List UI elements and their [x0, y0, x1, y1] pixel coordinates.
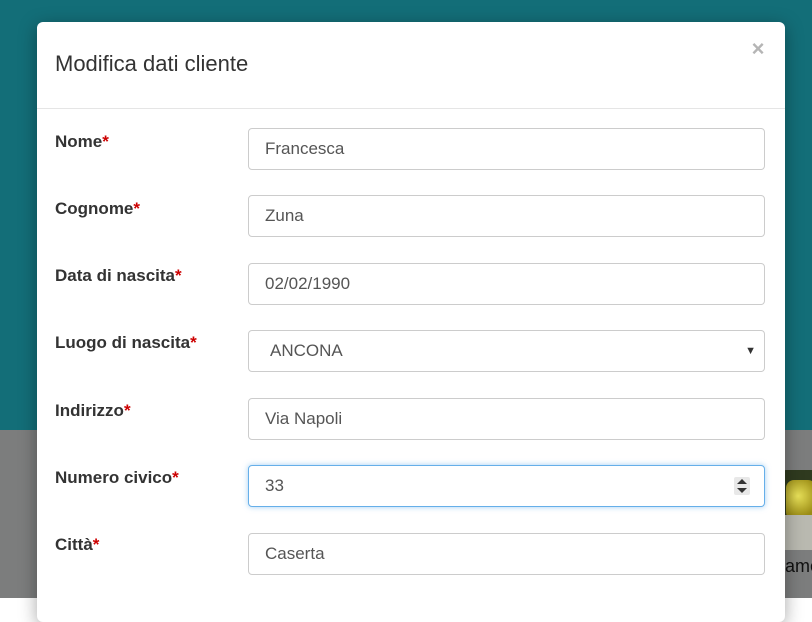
required-marker: * [172, 468, 179, 487]
background-product-image [782, 470, 812, 550]
required-marker: * [133, 199, 141, 218]
form-row-citta: Città* Caserta [37, 533, 785, 577]
city-input[interactable]: Caserta [248, 533, 765, 575]
required-marker: * [123, 401, 131, 420]
edit-customer-modal: Modifica dati cliente × Nome* Francesca … [37, 22, 785, 622]
nome-input[interactable]: Francesca [248, 128, 765, 170]
plate-image [782, 515, 812, 550]
field-label: Nome* [55, 132, 109, 151]
field-label: Luogo di nascita* [55, 333, 197, 352]
required-marker: * [102, 132, 109, 151]
fruit-image [786, 480, 812, 520]
form-row-cognome: Cognome* Zuna [37, 195, 785, 239]
field-label: Città* [55, 535, 100, 554]
cognome-input[interactable]: Zuna [248, 195, 765, 237]
field-label: Numero civico* [55, 468, 179, 487]
modal-title: Modifica dati cliente [55, 51, 249, 76]
birth-date-input[interactable]: 02/02/1990 [248, 263, 765, 305]
form-row-nome: Nome* Francesca [37, 128, 785, 172]
field-label: Indirizzo* [55, 401, 131, 420]
number-spinner[interactable] [734, 477, 750, 495]
form-row-luogo-nascita: Luogo di nascita* ANCONA ▼ [37, 330, 785, 374]
form-row-indirizzo: Indirizzo* Via Napoli [37, 398, 785, 442]
required-marker: * [175, 266, 182, 285]
input-value: 33 [265, 476, 284, 495]
required-marker: * [92, 535, 100, 554]
background-partial-text: ame [785, 556, 812, 576]
field-label: Cognome* [55, 199, 141, 218]
field-label: Data di nascita* [55, 266, 182, 285]
close-icon[interactable]: × [749, 38, 767, 60]
form-row-data-nascita: Data di nascita* 02/02/1990 [37, 263, 785, 307]
spinner-arrows-icon [737, 479, 747, 493]
caret-down-icon: ▼ [745, 345, 756, 357]
select-value: ANCONA [270, 341, 343, 360]
birth-place-select[interactable]: ANCONA ▼ [248, 330, 765, 372]
address-input[interactable]: Via Napoli [248, 398, 765, 440]
required-marker: * [190, 333, 197, 352]
form-row-numero-civico: Numero civico* 33 [37, 465, 785, 509]
modal-header: Modifica dati cliente × [37, 22, 785, 109]
street-number-input[interactable]: 33 [248, 465, 765, 507]
